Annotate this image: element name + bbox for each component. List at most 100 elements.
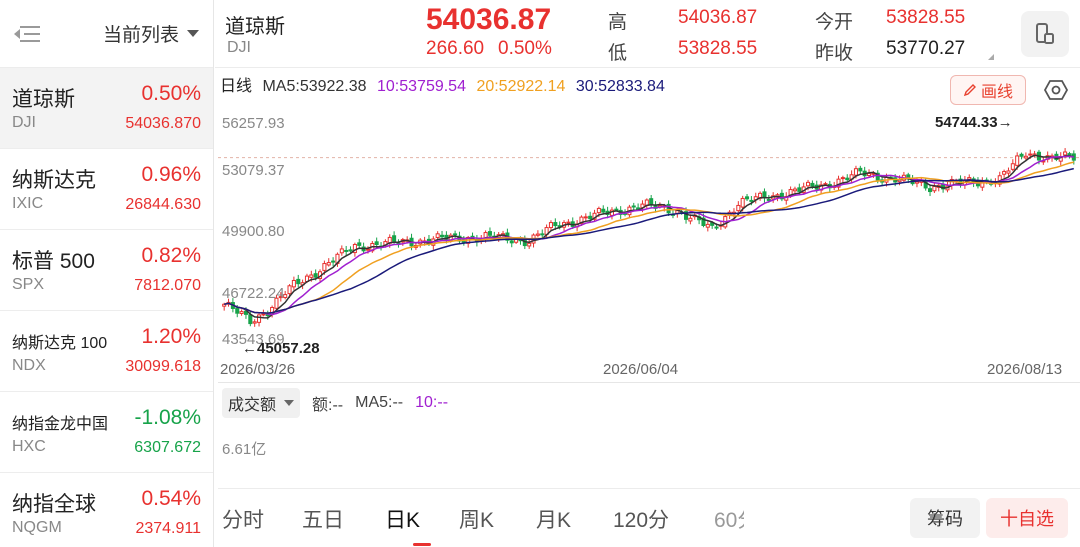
candlestick-chart[interactable] <box>218 112 1080 358</box>
volume-chart[interactable] <box>218 415 1080 489</box>
quote-header: 道琼斯 DJI 54036.87 266.60 0.50% 高 54036.87… <box>215 0 1080 68</box>
tab-60-min[interactable]: 60分 <box>714 504 744 534</box>
chevron-down-icon <box>284 400 295 406</box>
ma10-value: 10:53759.54 <box>377 78 466 95</box>
candle-body <box>840 177 845 180</box>
stock-price: 2374.911 <box>135 520 201 537</box>
stock-price: 7812.070 <box>134 277 201 294</box>
candle-body <box>287 285 292 295</box>
ma5-value: MA5:53922.38 <box>262 78 367 95</box>
volume-amount: 额:-- <box>312 397 344 414</box>
list-item[interactable]: 纳指全球 NQGM 0.54% 2374.911 <box>0 473 213 547</box>
draw-line-label: 画线 <box>980 84 1013 101</box>
candle-body <box>806 181 811 187</box>
chart-period-label: 日线 <box>220 78 253 95</box>
tab-daily-k[interactable]: 日K <box>385 504 459 546</box>
candle-body <box>858 167 863 172</box>
pencil-icon <box>963 84 976 97</box>
open-value: 53828.55 <box>886 7 966 28</box>
candle-body <box>1015 155 1020 166</box>
list-selector-label: 当前列表 <box>102 25 179 46</box>
list-item[interactable]: 纳指金龙中国 HXC -1.08% 6307.672 <box>0 392 213 473</box>
expand-corner-icon[interactable] <box>988 54 994 60</box>
candle-body <box>1002 171 1007 175</box>
candle-body <box>797 187 802 192</box>
candle-body <box>714 226 719 229</box>
list-selector[interactable]: 当前列表 <box>103 20 199 47</box>
tab-minute[interactable]: 分时 <box>222 504 302 534</box>
stock-name: 纳指全球 <box>12 493 96 516</box>
tab-five-day[interactable]: 五日 <box>302 504 385 534</box>
add-watchlist-button[interactable]: 十自选 <box>986 498 1068 538</box>
candle-body <box>435 233 440 238</box>
stock-change-pct: 0.82% <box>141 244 201 267</box>
chevron-down-icon <box>187 30 199 37</box>
list-item[interactable]: 道琼斯 DJI 0.50% 54036.870 <box>0 68 213 149</box>
stock-code: NDX <box>12 357 46 374</box>
y-axis-label: 46722.24 <box>222 285 285 302</box>
candle-body <box>535 233 540 236</box>
candle-body <box>810 182 815 187</box>
candle-body <box>566 221 571 224</box>
device-rotate-button[interactable] <box>1021 11 1069 57</box>
chips-button[interactable]: 筹码 <box>910 498 980 538</box>
candle-body <box>453 233 458 236</box>
collapse-sidebar-icon[interactable] <box>14 23 40 45</box>
stock-name: 纳斯达克 100 <box>12 335 108 352</box>
candle-body <box>509 240 514 244</box>
tab-weekly-k[interactable]: 周K <box>459 504 536 534</box>
candle-body <box>688 217 693 222</box>
volume-ma10: 10:-- <box>415 394 449 411</box>
candle-body <box>705 223 710 228</box>
candle-body <box>331 260 336 263</box>
candle-body <box>745 196 750 200</box>
draw-line-button[interactable]: 画线 <box>950 75 1026 105</box>
candle-body <box>1028 153 1033 156</box>
candle-body <box>548 222 553 229</box>
candle-body <box>766 198 771 201</box>
candle-body <box>261 313 266 316</box>
candle-body <box>1063 151 1068 156</box>
candle-body <box>339 248 344 254</box>
price-change: 266.60 <box>426 38 485 59</box>
candle-body <box>487 231 492 236</box>
tab-monthly-k[interactable]: 月K <box>536 504 613 534</box>
candle-body <box>588 215 593 220</box>
candle-body <box>540 233 545 236</box>
stock-price: 54036.870 <box>125 115 201 132</box>
stock-code: IXIC <box>12 195 44 212</box>
candle-body <box>348 249 353 252</box>
ma-legend: 日线 MA5:53922.38 10:53759.54 20:52922.14 … <box>220 72 671 96</box>
candle-body <box>853 168 858 176</box>
x-axis-label: 2026/06/04 <box>603 361 679 378</box>
candle-body <box>596 207 601 214</box>
tab-120-min[interactable]: 120分 <box>613 504 714 534</box>
volume-ma5: MA5:-- <box>355 394 404 411</box>
candle-body <box>344 249 349 252</box>
x-axis-label: 2026/08/13 <box>987 361 1063 378</box>
list-item[interactable]: 纳斯达克 100 NDX 1.20% 30099.618 <box>0 311 213 392</box>
y-axis-label: 53079.37 <box>222 162 285 179</box>
watchlist-sidebar: 当前列表 道琼斯 DJI 0.50% 54036.870 纳斯达克 IXIC 0… <box>0 0 214 547</box>
y-axis-label: 49900.80 <box>222 223 285 240</box>
max-price-marker: 54744.33→ <box>935 114 1013 131</box>
list-item[interactable]: 纳斯达克 IXIC 0.96% 26844.630 <box>0 149 213 230</box>
period-tabs: 分时 五日 日K 周K 月K 120分 60分 <box>222 504 744 546</box>
list-item[interactable]: 标普 500 SPX 0.82% 7812.070 <box>0 230 213 311</box>
candle-body <box>553 222 558 227</box>
candle-body <box>392 235 397 242</box>
volume-indicator-select[interactable]: 成交额 <box>222 388 301 418</box>
candle-body <box>322 263 327 271</box>
stock-change-pct: 0.96% <box>141 163 201 186</box>
index-name: 道琼斯 <box>225 16 285 38</box>
candle-body <box>928 188 933 193</box>
y-axis-label: 56257.93 <box>222 115 285 132</box>
candle-body <box>440 234 445 238</box>
candle-body <box>631 205 636 208</box>
stock-code: DJI <box>12 114 36 131</box>
stock-change-pct: 0.50% <box>141 82 201 105</box>
prev-close-label: 昨收 <box>815 43 854 64</box>
prev-close-value: 53770.27 <box>886 38 966 59</box>
volume-header: 成交额 额:-- MA5:-- 10:-- <box>222 388 448 418</box>
chart-settings-icon[interactable] <box>1043 79 1069 101</box>
